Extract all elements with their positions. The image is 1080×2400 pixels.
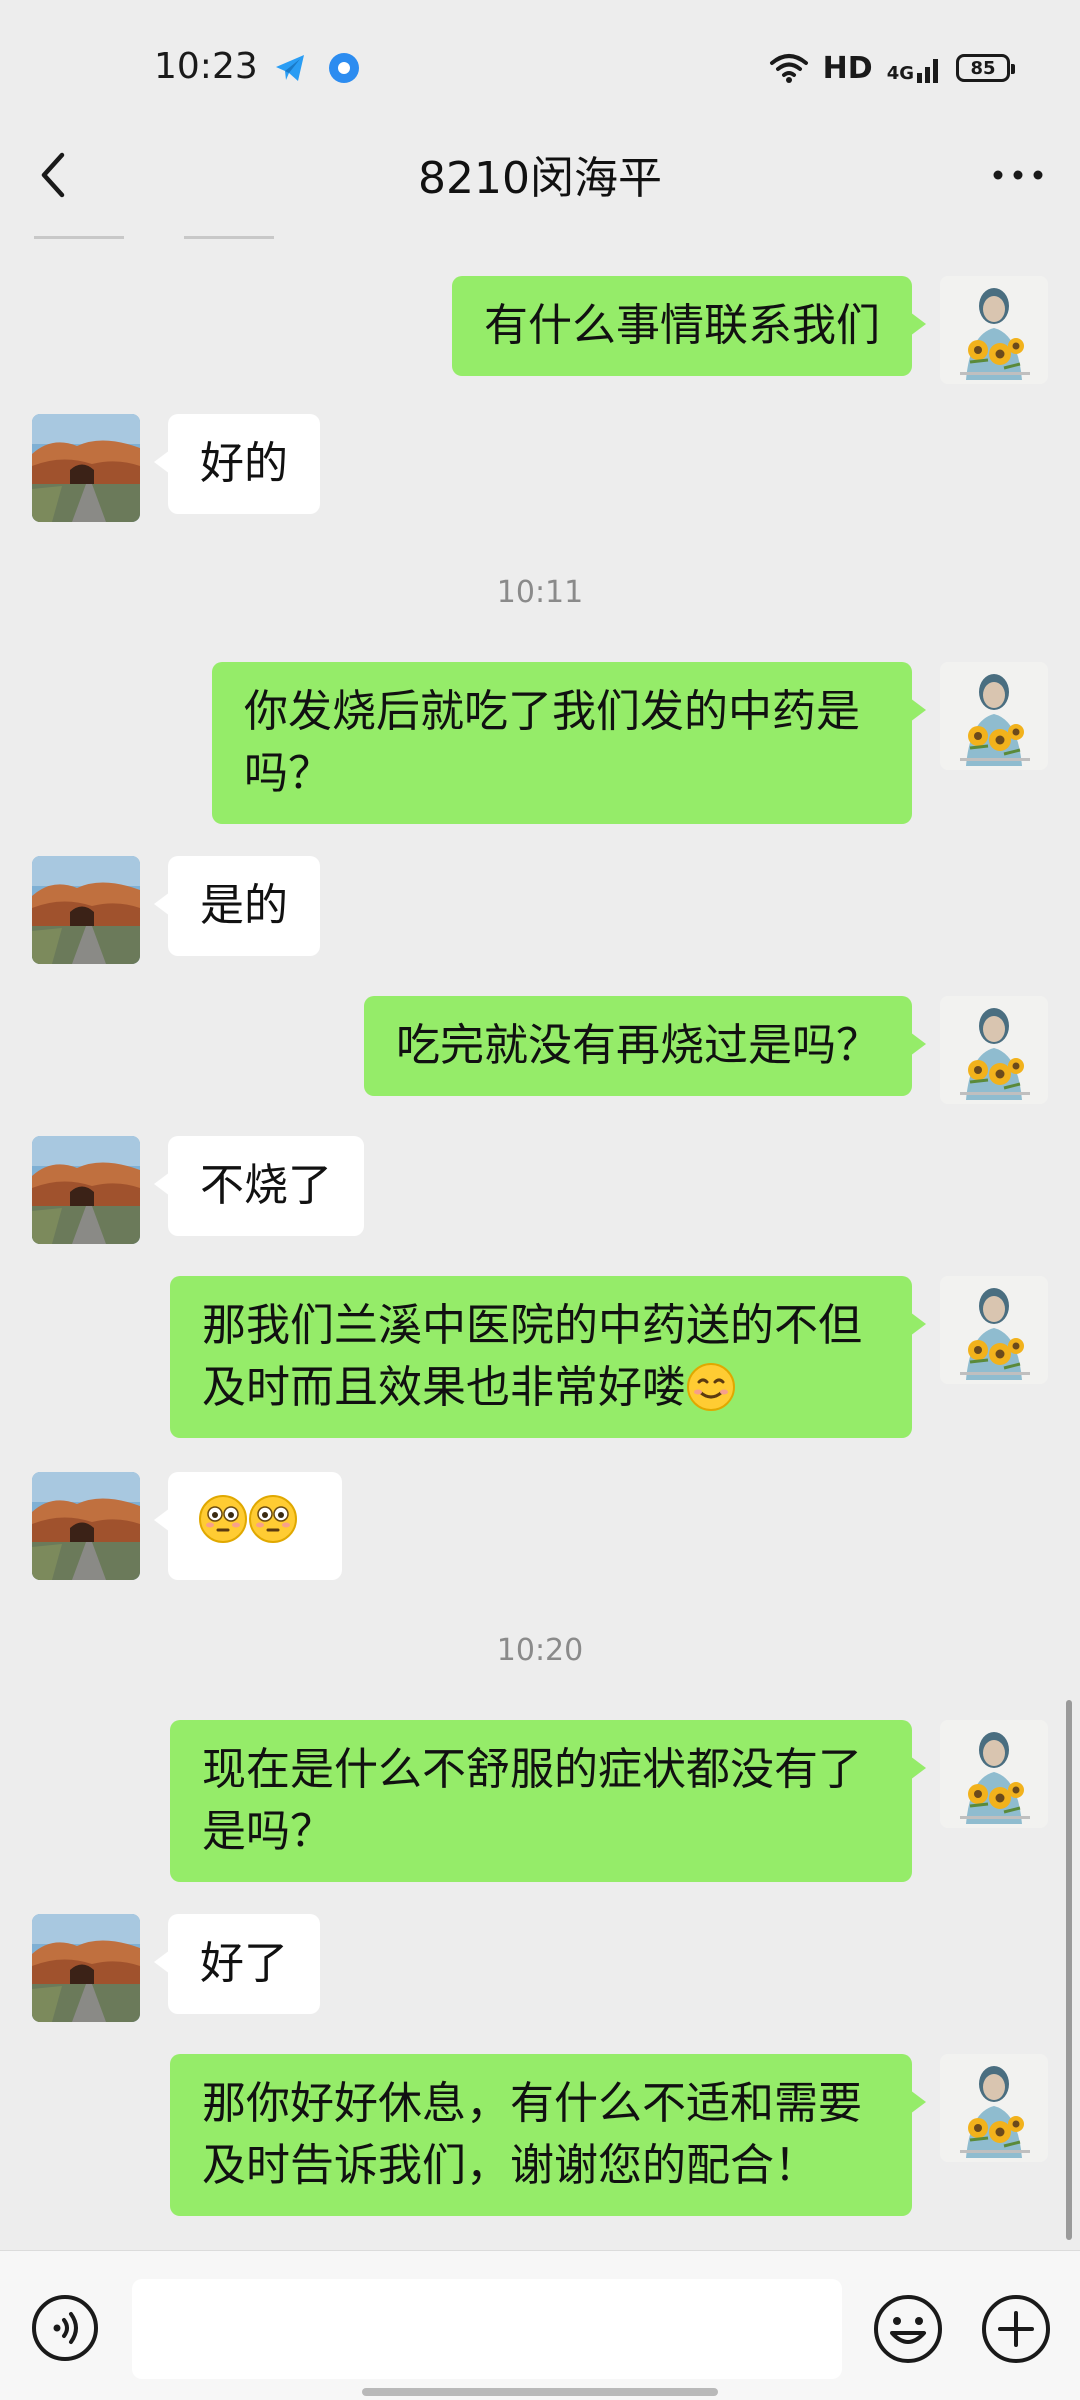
message-text: 及时而且效果也非常好喽 <box>202 1362 686 1413</box>
outgoing-message[interactable]: 现在是什么不舒服的症状都没有了 是吗？ <box>170 1720 926 1882</box>
message-text-line1: 那我们兰溪中医院的中药送的不但 <box>202 1300 862 1351</box>
app-notification-icon <box>329 53 359 83</box>
contact-avatar[interactable] <box>32 1472 140 1580</box>
message-text-line1: 那你好好休息，有什么不适和需要 <box>202 2078 862 2129</box>
telegram-notification-icon <box>276 55 304 81</box>
message-text-line2: 及时告诉我们，谢谢您的配合！ <box>202 2140 818 2191</box>
outgoing-message[interactable]: 那你好好休息，有什么不适和需要 及时告诉我们，谢谢您的配合！ <box>170 2054 926 2216</box>
status-time: 10:23 <box>154 46 258 87</box>
my-avatar[interactable] <box>940 276 1048 384</box>
message-text: 是的 <box>200 880 288 931</box>
message-text: 好的 <box>200 438 288 489</box>
status-bar: 10:23 HD 4G 85 <box>0 0 1080 140</box>
chat-scrollbar[interactable] <box>1066 1700 1072 2240</box>
message-text: 吃完就没有再烧过是吗？ <box>396 1020 880 1071</box>
message-text-line2: 及时而且效果也非常好喽 <box>202 1357 880 1419</box>
my-avatar[interactable] <box>940 1720 1048 1828</box>
contact-avatar[interactable] <box>32 1136 140 1244</box>
message-input[interactable] <box>132 2279 842 2379</box>
battery-icon: 85 <box>956 54 1015 82</box>
chat-title: 8210闵海平 <box>418 153 662 204</box>
contact-avatar[interactable] <box>32 856 140 964</box>
incoming-message[interactable]: 好了 <box>154 1914 320 2014</box>
incoming-emoji-message[interactable] <box>154 1472 342 1580</box>
home-indicator[interactable] <box>362 2388 718 2396</box>
message-text-line2: 吗？ <box>244 748 332 799</box>
message-timestamp: 10:11 <box>496 575 584 610</box>
plus-icon[interactable] <box>980 2293 1052 2365</box>
my-avatar[interactable] <box>940 1276 1048 1384</box>
outgoing-message[interactable]: 有什么事情联系我们 <box>452 276 926 376</box>
message-text-line1: 你发烧后就吃了我们发的中药是 <box>244 686 860 737</box>
signal-icon <box>917 59 938 83</box>
incoming-message[interactable]: 是的 <box>154 856 320 956</box>
hd-label: HD <box>822 50 873 86</box>
outgoing-message[interactable]: 吃完就没有再烧过是吗？ <box>364 996 926 1096</box>
contact-avatar[interactable] <box>32 1914 140 2022</box>
signal-group: 4G <box>887 53 942 83</box>
incoming-message[interactable]: 不烧了 <box>154 1136 364 1236</box>
outgoing-message[interactable]: 你发烧后就吃了我们发的中药是 吗？ <box>212 662 926 824</box>
contact-avatar[interactable] <box>32 414 140 522</box>
cut-off-previous-message <box>34 236 274 244</box>
chat-input-bar <box>0 2250 1080 2400</box>
flushed-face-emoji-icon <box>198 1494 248 1544</box>
message-text-line1: 现在是什么不舒服的症状都没有了 <box>202 1744 862 1795</box>
message-timestamp: 10:20 <box>496 1633 584 1668</box>
more-icon[interactable] <box>988 160 1048 190</box>
smiling-face-emoji-icon <box>686 1362 736 1412</box>
voice-icon[interactable] <box>30 2293 100 2363</box>
message-text: 有什么事情联系我们 <box>484 300 880 351</box>
network-label: 4G <box>886 63 914 84</box>
message-text: 不烧了 <box>200 1160 332 1211</box>
wifi-icon <box>769 54 808 83</box>
status-indicators: HD 4G 85 <box>769 48 1015 88</box>
message-text: 好了 <box>200 1938 288 1989</box>
outgoing-message[interactable]: 那我们兰溪中医院的中药送的不但 及时而且效果也非常好喽 <box>170 1276 926 1438</box>
flushed-face-emoji-icon <box>248 1494 298 1544</box>
incoming-message[interactable]: 好的 <box>154 414 320 514</box>
message-text-line2: 是吗？ <box>202 1806 334 1857</box>
battery-level: 85 <box>970 57 996 79</box>
emoji-icon[interactable] <box>872 2293 944 2365</box>
my-avatar[interactable] <box>940 662 1048 770</box>
my-avatar[interactable] <box>940 2054 1048 2162</box>
my-avatar[interactable] <box>940 996 1048 1104</box>
